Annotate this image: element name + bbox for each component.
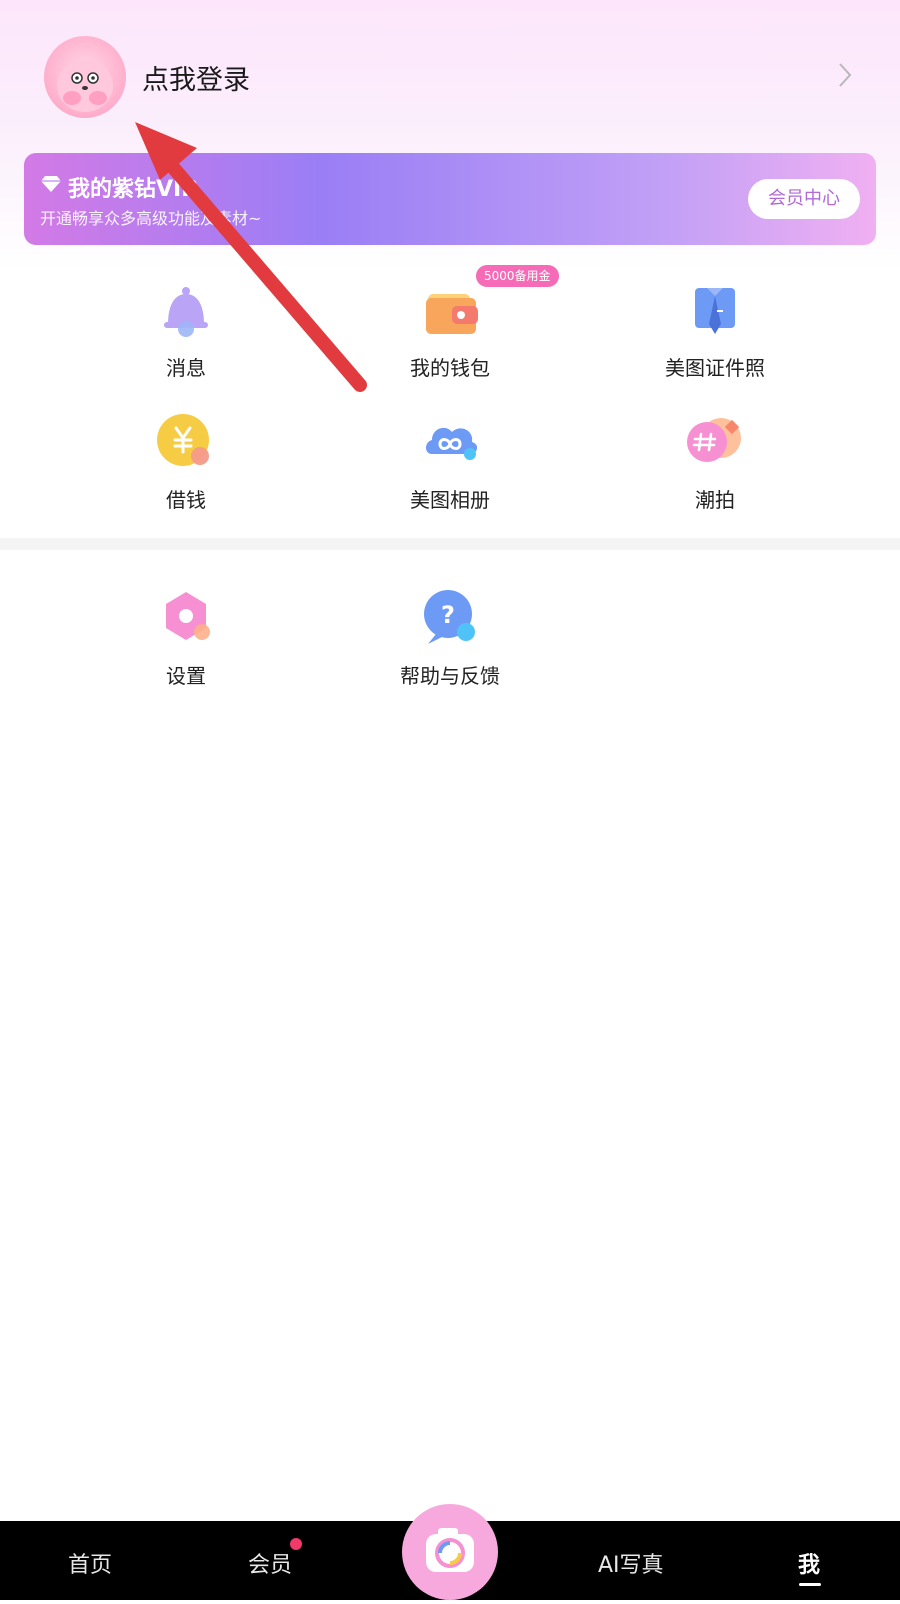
grid-item-trendy-shot[interactable]: 潮拍 xyxy=(605,410,825,513)
camera-icon xyxy=(426,1528,474,1572)
grid-item-label: 美图相册 xyxy=(410,488,490,512)
tab-me[interactable]: 我 xyxy=(798,1547,820,1579)
avatar[interactable] xyxy=(44,36,126,118)
tab-member[interactable]: 会员 xyxy=(248,1547,292,1579)
grid-item-label: 设置 xyxy=(166,664,206,688)
grid-item-label: 消息 xyxy=(166,356,206,380)
grid-item-borrow[interactable]: 借钱 xyxy=(76,410,296,513)
id-photo-icon xyxy=(683,278,747,342)
grid-item-help-feedback[interactable]: ? 帮助与反馈 xyxy=(340,586,560,689)
settings-hexagon-icon xyxy=(154,586,218,650)
vip-banner[interactable]: 我的紫钻VIP 开通畅享众多高级功能及素材~ 会员中心 xyxy=(24,153,876,245)
tab-home[interactable]: 首页 xyxy=(68,1547,112,1579)
vip-title: 我的紫钻VIP xyxy=(68,177,198,202)
vip-subtitle: 开通畅享众多高级功能及素材~ xyxy=(40,209,262,228)
grid-item-cloud-album[interactable]: 美图相册 xyxy=(340,410,560,513)
wallet-promo-badge: 5000备用金 xyxy=(476,265,559,287)
active-tab-indicator xyxy=(799,1583,821,1586)
bell-icon xyxy=(154,278,218,342)
help-question-icon: ? xyxy=(418,586,482,650)
grid-item-id-photo[interactable]: 美图证件照 xyxy=(605,278,825,381)
section-divider xyxy=(0,538,900,550)
chevron-right-icon[interactable] xyxy=(838,62,852,92)
yen-coin-icon xyxy=(154,410,218,474)
wallet-icon xyxy=(418,278,482,342)
cloud-album-icon xyxy=(418,410,482,474)
diamond-icon xyxy=(40,175,62,197)
grid-item-label: 我的钱包 xyxy=(410,356,490,380)
grid-item-label: 美图证件照 xyxy=(665,356,765,380)
hashtag-icon xyxy=(683,410,747,474)
grid-item-label: 潮拍 xyxy=(695,488,735,512)
login-label[interactable]: 点我登录 xyxy=(142,58,250,97)
member-center-button[interactable]: 会员中心 xyxy=(748,179,860,219)
grid-item-label: 帮助与反馈 xyxy=(400,664,500,688)
tab-ai-portrait[interactable]: AI写真 xyxy=(598,1547,664,1579)
profile-login-row[interactable]: 点我登录 xyxy=(44,36,250,118)
grid-item-wallet[interactable]: 我的钱包 xyxy=(340,278,560,381)
grid-item-label: 借钱 xyxy=(166,488,206,512)
grid-item-messages[interactable]: 消息 xyxy=(76,278,296,381)
camera-button[interactable] xyxy=(402,1504,498,1600)
svg-text:?: ? xyxy=(441,601,455,629)
notification-dot xyxy=(290,1538,302,1550)
grid-item-settings[interactable]: 设置 xyxy=(76,586,296,689)
